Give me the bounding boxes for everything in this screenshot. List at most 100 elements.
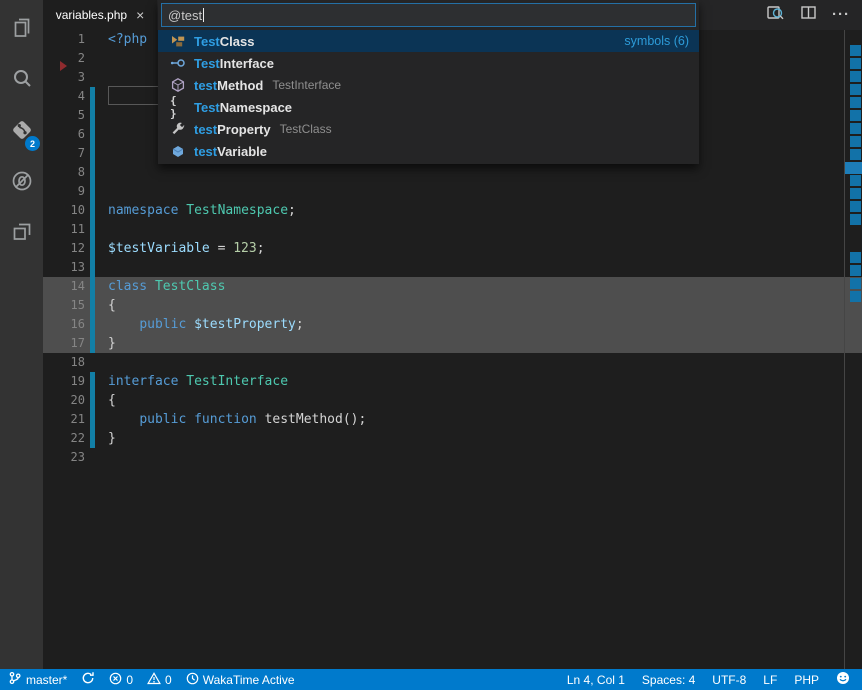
tab-close-icon[interactable]: × (136, 8, 144, 22)
symbols-count-badge: symbols (6) (624, 34, 689, 48)
git-modified-gutter (90, 277, 95, 296)
code-line-11[interactable]: 11 (43, 220, 862, 239)
status-language-mode[interactable]: PHP (794, 673, 819, 687)
gutter (90, 49, 95, 68)
status-eol[interactable]: LF (763, 673, 777, 687)
code-text: public function testMethod(); (108, 410, 366, 429)
activity-bar: 2 (0, 0, 43, 669)
activity-bar-explorer[interactable] (0, 5, 43, 56)
code-line-16[interactable]: 16 public $testProperty; (43, 315, 862, 334)
line-number: 9 (43, 182, 85, 201)
split-editor-button[interactable] (800, 4, 817, 26)
status-cursor-position-label: Ln 4, Col 1 (567, 673, 625, 687)
code-text: $testVariable = 123; (108, 239, 265, 258)
code-text: } (108, 334, 116, 353)
status-errors-label: 0 (126, 673, 133, 687)
debug-icon (10, 169, 34, 198)
git-modified-gutter (90, 239, 95, 258)
ruler-selection-mark (845, 162, 862, 174)
status-warnings[interactable]: 0 (147, 672, 172, 688)
text-caret (203, 8, 204, 22)
code-line-13[interactable]: 13 (43, 258, 862, 277)
git-modified-gutter (90, 125, 95, 144)
code-line-14[interactable]: 14class TestClass (43, 277, 862, 296)
code-text: namespace TestNamespace; (108, 201, 296, 220)
symbol-label: testMethod (194, 78, 263, 93)
status-encoding[interactable]: UTF-8 (712, 673, 746, 687)
ruler-modified-mark (850, 45, 861, 56)
symbol-label: TestInterface (194, 56, 274, 71)
quick-open-item-TestNamespace[interactable]: { } TestNamespace (158, 96, 699, 118)
symbol-class-icon (170, 33, 186, 49)
quick-open-item-testMethod[interactable]: testMethodTestInterface (158, 74, 699, 96)
status-wakatime[interactable]: WakaTime Active (186, 672, 295, 688)
gutter (90, 68, 95, 87)
ruler-modified-mark (850, 136, 861, 147)
git-modified-gutter (90, 296, 95, 315)
symbol-detail: TestClass (280, 122, 332, 136)
status-git-branch-label: master* (26, 673, 67, 687)
code-line-18[interactable]: 18 (43, 353, 862, 372)
line-number: 6 (43, 125, 85, 144)
ruler-modified-mark (850, 84, 861, 95)
quick-open-item-testVariable[interactable]: testVariable (158, 140, 699, 162)
line-number: 13 (43, 258, 85, 277)
errors-icon (109, 672, 122, 688)
quick-open-item-testProperty[interactable]: testProperty TestClass (158, 118, 699, 140)
code-line-19[interactable]: 19interface TestInterface (43, 372, 862, 391)
status-indentation[interactable]: Spaces: 4 (642, 673, 695, 687)
code-line-12[interactable]: 12$testVariable = 123; (43, 239, 862, 258)
git-deleted-lines-marker[interactable] (60, 61, 67, 71)
status-eol-label: LF (763, 673, 777, 687)
status-warnings-label: 0 (165, 673, 172, 687)
open-changes-button[interactable] (766, 3, 785, 27)
activity-bar-debug[interactable] (0, 158, 43, 209)
symbol-namespace-icon: { } (170, 99, 186, 115)
activity-bar-extensions[interactable] (0, 209, 43, 260)
line-number: 20 (43, 391, 85, 410)
activity-bar-search[interactable] (0, 56, 43, 107)
code-text: { (108, 391, 116, 410)
quick-open-item-TestInterface[interactable]: TestInterface (158, 52, 699, 74)
code-line-20[interactable]: 20 { (43, 391, 862, 410)
ruler-modified-mark (850, 252, 861, 263)
code-text: <?php (108, 30, 147, 49)
status-feedback[interactable] (836, 671, 850, 688)
git-branch-icon (8, 671, 22, 688)
warnings-icon (147, 672, 161, 688)
status-sync[interactable] (81, 671, 95, 688)
status-encoding-label: UTF-8 (712, 673, 746, 687)
git-modified-gutter (90, 429, 95, 448)
tab-variables-php[interactable]: variables.php × (43, 0, 157, 30)
activity-bar-source-control[interactable]: 2 (0, 107, 43, 158)
code-line-15[interactable]: 15{ (43, 296, 862, 315)
symbol-label: TestNamespace (194, 100, 292, 115)
status-errors[interactable]: 0 (109, 672, 133, 688)
symbol-label: testProperty (194, 122, 271, 137)
status-cursor-position[interactable]: Ln 4, Col 1 (567, 673, 625, 687)
gutter (90, 353, 95, 372)
open-changes-icon (766, 3, 785, 27)
status-git-branch[interactable]: master* (8, 671, 67, 688)
code-line-10[interactable]: 10namespace TestNamespace; (43, 201, 862, 220)
code-text: } (108, 429, 116, 448)
code-line-9[interactable]: 9 (43, 182, 862, 201)
line-number: 5 (43, 106, 85, 125)
overview-ruler[interactable] (844, 30, 862, 669)
code-line-17[interactable]: 17} (43, 334, 862, 353)
status-language-mode-label: PHP (794, 673, 819, 687)
explorer-icon (10, 16, 34, 45)
symbol-property-icon (170, 121, 186, 137)
line-number: 16 (43, 315, 85, 334)
quick-open-input[interactable]: @test (161, 3, 696, 27)
line-number: 7 (43, 144, 85, 163)
code-line-22[interactable]: 22} (43, 429, 862, 448)
gutter (90, 30, 95, 49)
code-line-23[interactable]: 23 (43, 448, 862, 467)
line-number: 4 (43, 87, 85, 106)
code-line-8[interactable]: 8 (43, 163, 862, 182)
quick-open-item-TestClass[interactable]: TestClasssymbols (6) (158, 30, 699, 52)
status-bar-right: Ln 4, Col 1 Spaces: 4 UTF-8 LF PHP (567, 671, 862, 688)
more-actions-button[interactable]: ··· (832, 10, 850, 20)
code-line-21[interactable]: 21 public function testMethod(); (43, 410, 862, 429)
